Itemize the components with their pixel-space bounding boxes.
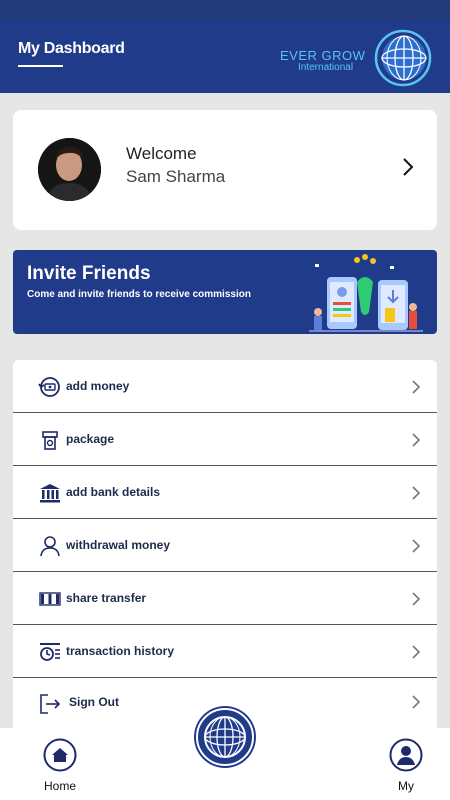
logo-brand: EVER GROW: [280, 48, 366, 63]
menu-label: package: [66, 432, 115, 446]
invite-illustration-icon: [309, 254, 423, 332]
menu-label: transaction history: [66, 644, 175, 658]
chevron-right-icon: [412, 433, 421, 447]
invite-subtitle: Come and invite friends to receive commi…: [27, 289, 251, 300]
transaction-history-icon: [40, 643, 60, 661]
profile-icon: [389, 738, 423, 772]
menu-item-package[interactable]: package: [13, 413, 437, 466]
invite-friends-banner[interactable]: Invite Friends Come and invite friends t…: [13, 250, 437, 334]
share-transfer-icon: [39, 592, 61, 606]
chevron-right-icon[interactable]: [401, 156, 415, 178]
welcome-text: Welcome: [126, 144, 197, 163]
globe-icon: [196, 708, 254, 766]
chevron-right-icon: [412, 539, 421, 553]
avatar: [38, 138, 101, 201]
chevron-right-icon: [412, 380, 421, 394]
menu-item-withdrawal-money[interactable]: withdrawal money: [13, 519, 437, 572]
chevron-right-icon: [412, 592, 421, 606]
chevron-right-icon: [412, 695, 421, 709]
profile-card[interactable]: Welcome Sam Sharma: [13, 110, 437, 230]
logo-subtitle: International: [298, 62, 354, 73]
home-icon: [43, 738, 77, 772]
nav-my-label: My: [398, 779, 414, 793]
app-header: My Dashboard EVER GROW International: [0, 20, 450, 93]
package-icon: [42, 431, 58, 450]
user-icon: [40, 536, 60, 557]
menu-label: add money: [66, 379, 130, 393]
bank-icon: [40, 484, 60, 503]
menu-label: add bank details: [66, 485, 161, 499]
app-logo: EVER GROW International: [278, 26, 438, 88]
money-cycle-icon: [38, 377, 60, 397]
menu-item-share-transfer[interactable]: share transfer: [13, 572, 437, 625]
sign-out-icon: [40, 694, 61, 714]
nav-home[interactable]: Home: [40, 738, 80, 793]
page-title: My Dashboard: [18, 40, 125, 57]
center-globe-button[interactable]: [194, 706, 256, 768]
menu-item-add-money[interactable]: add money: [13, 360, 437, 413]
chevron-right-icon: [412, 645, 421, 659]
menu-label: withdrawal money: [66, 538, 171, 552]
chevron-right-icon: [412, 486, 421, 500]
nav-home-label: Home: [43, 779, 76, 793]
status-bar: [0, 0, 450, 20]
menu-label: Sign Out: [69, 695, 119, 709]
invite-title: Invite Friends: [27, 263, 151, 284]
menu-list: add money package add bank details withd…: [13, 360, 437, 760]
menu-label: share transfer: [66, 591, 147, 605]
globe-logo-icon: [374, 29, 432, 87]
title-underline: [18, 65, 63, 67]
user-name: Sam Sharma: [126, 167, 226, 186]
menu-item-add-bank-details[interactable]: add bank details: [13, 466, 437, 519]
nav-my[interactable]: My: [386, 738, 426, 793]
menu-item-transaction-history[interactable]: transaction history: [13, 625, 437, 678]
